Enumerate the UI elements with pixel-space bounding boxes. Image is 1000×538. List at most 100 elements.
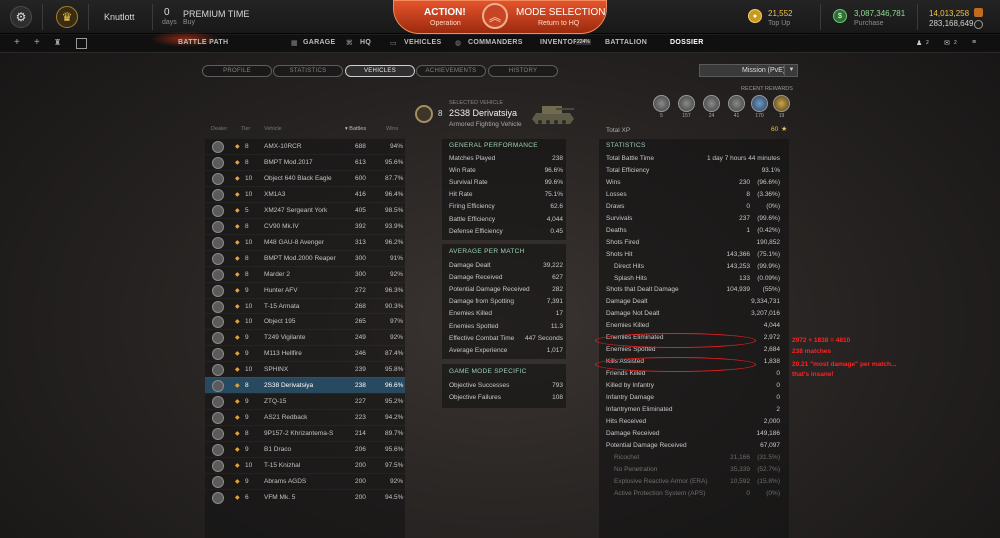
- tier-rank-icon: ◆: [235, 319, 240, 326]
- profile-card-icon[interactable]: [76, 38, 87, 49]
- vehicle-wins: 96.3%: [385, 286, 404, 294]
- nav-hq[interactable]: HQ: [360, 39, 371, 46]
- table-row[interactable]: ◆ 10 M48 GAU-8 Avenger 313 96.2%: [205, 233, 405, 250]
- table-row[interactable]: ◆ 9 ZTQ-15 227 95.2%: [205, 393, 405, 409]
- stat-value: 230: [739, 178, 750, 186]
- nav-dossier[interactable]: DOSSIER: [670, 39, 704, 46]
- medal-icon[interactable]: [751, 95, 768, 112]
- table-row[interactable]: ◆ 6 VFM Mk. 5 200 94.5%: [205, 488, 405, 505]
- table-row[interactable]: ◆ 8 Marder 2 300 92%: [205, 265, 405, 282]
- vehicle-tier: 5: [245, 206, 249, 214]
- stat-label: Survival Rate: [449, 179, 488, 187]
- vehicle-battles: 300: [355, 254, 366, 262]
- premium-time-title[interactable]: PREMIUM TIME: [183, 9, 249, 19]
- chevron-down-icon[interactable]: ▼: [784, 65, 798, 76]
- table-row[interactable]: ◆ 10 T-15 Armata 268 90.3%: [205, 297, 405, 314]
- dealer-icon: [212, 236, 224, 249]
- username[interactable]: Knutlott: [104, 12, 135, 22]
- table-row[interactable]: ◆ 8 2S38 Derivatsiya 238 96.6%: [205, 377, 405, 394]
- medal-icon[interactable]: [653, 95, 670, 112]
- statistics-title: STATISTICS: [606, 142, 646, 149]
- add-squad-icon[interactable]: +: [34, 37, 40, 48]
- vehicle-wins: 98.5%: [385, 206, 404, 214]
- table-row[interactable]: ◆ 8 CV90 Mk.IV 392 93.9%: [205, 217, 405, 234]
- add-icon[interactable]: +: [14, 37, 20, 48]
- table-row[interactable]: ◆ 10 XM1A3 416 96.4%: [205, 185, 405, 202]
- vehicle-battles: 392: [355, 222, 366, 230]
- average-per-match-list: Damage Dealt 39,222 Damage Received 627 Pote…: [449, 260, 563, 358]
- chat-icon[interactable]: ✉: [944, 39, 950, 47]
- table-row[interactable]: ◆ 9 M113 Hellfire 246 87.4%: [205, 345, 405, 361]
- table-row[interactable]: ◆ 8 9P157-2 Khrizantema-S 214 89.7%: [205, 425, 405, 441]
- divider: [820, 4, 821, 30]
- vehicle-name: B1 Draco: [264, 446, 292, 454]
- table-row[interactable]: ◆ 10 T-15 Knizhal 200 97.5%: [205, 457, 405, 473]
- top-bar: ⚙ ♛ Knutlott 0 days PREMIUM TIME Buy ACT…: [0, 0, 1000, 34]
- col-dealer[interactable]: Dealer: [211, 126, 227, 132]
- table-row[interactable]: ◆ 9 Abrams AGDS 200 92%: [205, 472, 405, 489]
- vehicle-tier: 9: [245, 350, 249, 358]
- table-row[interactable]: ◆ 9 T249 Vigilante 249 92%: [205, 329, 405, 345]
- table-row[interactable]: ◆ 9 B1 Draco 206 95.6%: [205, 441, 405, 457]
- medal-icon[interactable]: [773, 95, 790, 112]
- nav-commanders[interactable]: COMMANDERS: [468, 39, 523, 46]
- vehicle-name: T-15 Armata: [264, 302, 300, 310]
- annotation-ellipse: [595, 357, 756, 372]
- col-tier[interactable]: Tier: [241, 126, 250, 132]
- col-battles[interactable]: ▾ Battles: [345, 126, 366, 132]
- table-row[interactable]: ◆ 10 Object 640 Black Eagle 600 87.7%: [205, 169, 405, 186]
- notification-icon[interactable]: ♜: [54, 38, 61, 47]
- tab-achievements[interactable]: ACHIEVEMENTS: [416, 65, 486, 77]
- nav-vehicles[interactable]: VEHICLES: [404, 39, 441, 46]
- table-row[interactable]: ◆ 5 XM247 Sergeant York 405 98.5%: [205, 201, 405, 218]
- stat-value: 190,852: [756, 238, 781, 246]
- stat-label: Shots that Dealt Damage: [606, 286, 679, 294]
- stat-label: Infantry Damage: [606, 394, 655, 401]
- stat-percent: (52.7%): [757, 465, 780, 473]
- table-row[interactable]: ◆ 10 Object 195 265 97%: [205, 313, 405, 329]
- stat-row: Infantrymen Eliminated 2: [606, 404, 786, 416]
- friends-icon[interactable]: ♟: [916, 39, 923, 47]
- settings-icon[interactable]: ⚙: [10, 6, 32, 28]
- credits-balance: 3,087,346,781: [854, 9, 906, 18]
- premium-crown-icon[interactable]: ♛: [56, 6, 78, 28]
- col-wins[interactable]: Wins: [386, 126, 398, 132]
- stat-label: Splash Hits: [614, 274, 647, 282]
- table-row[interactable]: ◆ 9 AS21 Redback 223 94.2%: [205, 409, 405, 425]
- tab-profile[interactable]: PROFILE: [202, 65, 272, 77]
- medal-icon[interactable]: [678, 95, 695, 112]
- tab-statistics[interactable]: STATISTICS: [273, 65, 343, 77]
- stat-row: Enemies Killed 4,044: [606, 320, 786, 332]
- table-row[interactable]: ◆ 8 AMX-10RCR 688 94%: [205, 138, 405, 154]
- nav-battalion[interactable]: BATTALION: [605, 39, 647, 46]
- table-row[interactable]: ◆ 10 SPHINX 239 95.8%: [205, 361, 405, 377]
- tab-history[interactable]: HISTORY: [488, 65, 558, 77]
- premium-buy-link[interactable]: Buy: [183, 19, 195, 26]
- table-row[interactable]: ◆ 8 BMPT Mod.2000 Reaper 300 91%: [205, 249, 405, 266]
- table-row[interactable]: ◆ 9 Hunter AFV 272 96.3%: [205, 281, 405, 298]
- nav-garage[interactable]: GARAGE: [303, 39, 336, 46]
- col-vehicle[interactable]: Vehicle: [264, 126, 282, 132]
- table-row[interactable]: ◆ 8 BMPT Mod.2017 613 95.6%: [205, 153, 405, 170]
- stat-label: Objective Failures: [449, 394, 502, 402]
- gold-topup-link[interactable]: Top Up: [768, 20, 790, 27]
- stat-value: 2,684: [763, 346, 780, 354]
- vehicle-tier: 9: [245, 286, 249, 294]
- vehicle-wins: 90.3%: [385, 302, 404, 310]
- mode-selection-title[interactable]: MODE SELECTION: [516, 7, 605, 18]
- stat-row: Potential Damage Received 282: [449, 284, 563, 296]
- vehicle-battles: 200: [355, 493, 366, 501]
- stat-value: 2,000: [763, 417, 780, 425]
- vehicle-name: M48 GAU-8 Avenger: [264, 238, 324, 246]
- tab-vehicles[interactable]: VEHICLES: [345, 65, 415, 77]
- menu-icon[interactable]: ≡: [972, 39, 976, 46]
- vehicle-wins: 92%: [389, 270, 403, 278]
- stat-row: Damage Received 627: [449, 272, 563, 284]
- divider: [152, 4, 153, 30]
- medal-icon[interactable]: [703, 95, 720, 112]
- mode-selection-sub[interactable]: Return to HQ: [538, 20, 579, 27]
- mode-dropdown[interactable]: Mission (PvE) ▼: [699, 64, 798, 77]
- credits-purchase-link[interactable]: Purchase: [854, 20, 884, 27]
- nav-battle-path[interactable]: BATTLE PATH: [178, 39, 228, 46]
- medal-icon[interactable]: [728, 95, 745, 112]
